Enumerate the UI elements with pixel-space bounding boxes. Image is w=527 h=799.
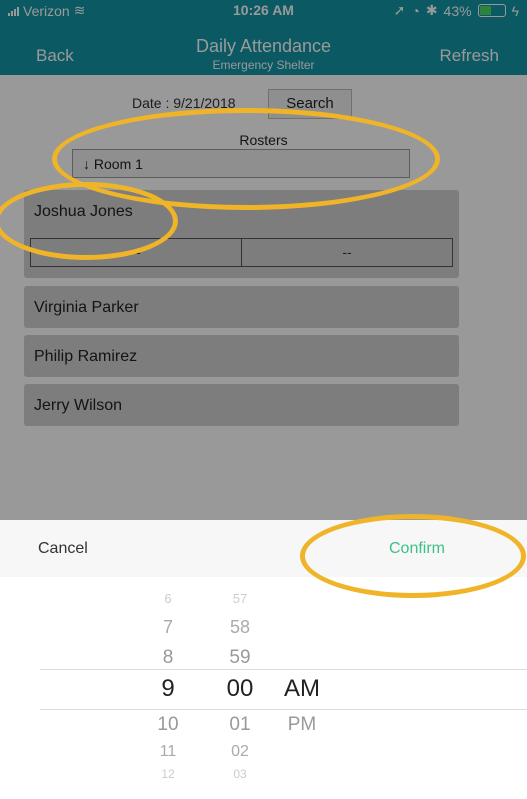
minute-option[interactable]: 58 bbox=[210, 617, 270, 638]
picker-toolbar: Cancel Confirm bbox=[0, 520, 527, 578]
hour-option[interactable]: 7 bbox=[138, 617, 198, 638]
person-card[interactable]: Virginia Parker bbox=[24, 286, 459, 328]
minute-option[interactable]: 03 bbox=[210, 767, 270, 781]
hour-option[interactable]: 12 bbox=[138, 767, 198, 781]
picker-selection-bottom bbox=[40, 709, 527, 710]
minute-option[interactable]: 01 bbox=[210, 714, 270, 736]
hour-option[interactable]: 8 bbox=[138, 647, 198, 669]
bluetooth-icon: ✱ bbox=[425, 2, 438, 18]
attendance-content: Date : 9/21/2018 Search Rosters ↓ Room 1… bbox=[0, 75, 527, 520]
person-card[interactable]: Joshua Jones -- -- bbox=[24, 190, 459, 278]
person-name: Virginia Parker bbox=[34, 299, 139, 316]
rosters-label: Rosters bbox=[239, 132, 288, 148]
alarm-icon: ◔ bbox=[411, 2, 420, 19]
person-name: Philip Ramirez bbox=[34, 348, 138, 365]
refresh-button[interactable]: Refresh bbox=[439, 46, 499, 66]
minute-option[interactable]: 59 bbox=[210, 647, 270, 669]
date-label[interactable]: Date : 9/21/2018 bbox=[132, 95, 236, 111]
battery-icon bbox=[477, 4, 506, 17]
minute-option[interactable]: 57 bbox=[210, 591, 270, 606]
check-out-time[interactable]: -- bbox=[242, 239, 452, 266]
minute-option[interactable]: 02 bbox=[210, 743, 270, 761]
ampm-option[interactable]: PM bbox=[272, 714, 332, 736]
hour-option[interactable]: 10 bbox=[138, 714, 198, 736]
check-in-time[interactable]: -- bbox=[31, 239, 242, 266]
person-name: Joshua Jones bbox=[34, 203, 133, 220]
person-name: Jerry Wilson bbox=[34, 397, 123, 414]
charging-icon: ϟ bbox=[511, 2, 519, 19]
app-screen: Verizon ≋ 10:26 AM ➚ ◔ ✱ 43% ϟ Back Dail… bbox=[0, 0, 527, 520]
status-bar: Verizon ≋ 10:26 AM ➚ ◔ ✱ 43% ϟ bbox=[0, 0, 527, 20]
minute-option-selected[interactable]: 00 bbox=[210, 675, 270, 703]
time-picker-sheet: Cancel Confirm 6 7 8 9 10 11 12 57 58 59… bbox=[0, 520, 527, 799]
person-card[interactable]: Jerry Wilson bbox=[24, 384, 459, 426]
hour-option-selected[interactable]: 9 bbox=[138, 675, 198, 703]
search-button[interactable]: Search bbox=[268, 89, 352, 119]
hour-option[interactable]: 11 bbox=[138, 743, 198, 761]
roster-select[interactable]: ↓ Room 1 bbox=[72, 149, 410, 178]
picker-selection-top bbox=[40, 669, 527, 670]
time-picker[interactable]: 6 7 8 9 10 11 12 57 58 59 00 01 02 03 AM… bbox=[0, 577, 527, 799]
hour-option[interactable]: 6 bbox=[138, 591, 198, 606]
nav-bar: Back Daily Attendance Emergency Shelter … bbox=[0, 20, 527, 75]
confirm-button[interactable]: Confirm bbox=[389, 540, 445, 558]
person-card[interactable]: Philip Ramirez bbox=[24, 335, 459, 377]
time-toggle-row: -- -- bbox=[30, 238, 453, 267]
ampm-option-selected[interactable]: AM bbox=[272, 675, 332, 703]
battery-percent: 43% bbox=[443, 2, 472, 19]
date-filter: Date : 9/21/2018 Search bbox=[0, 89, 527, 119]
cancel-button[interactable]: Cancel bbox=[38, 540, 88, 558]
location-icon: ➚ bbox=[393, 2, 406, 18]
